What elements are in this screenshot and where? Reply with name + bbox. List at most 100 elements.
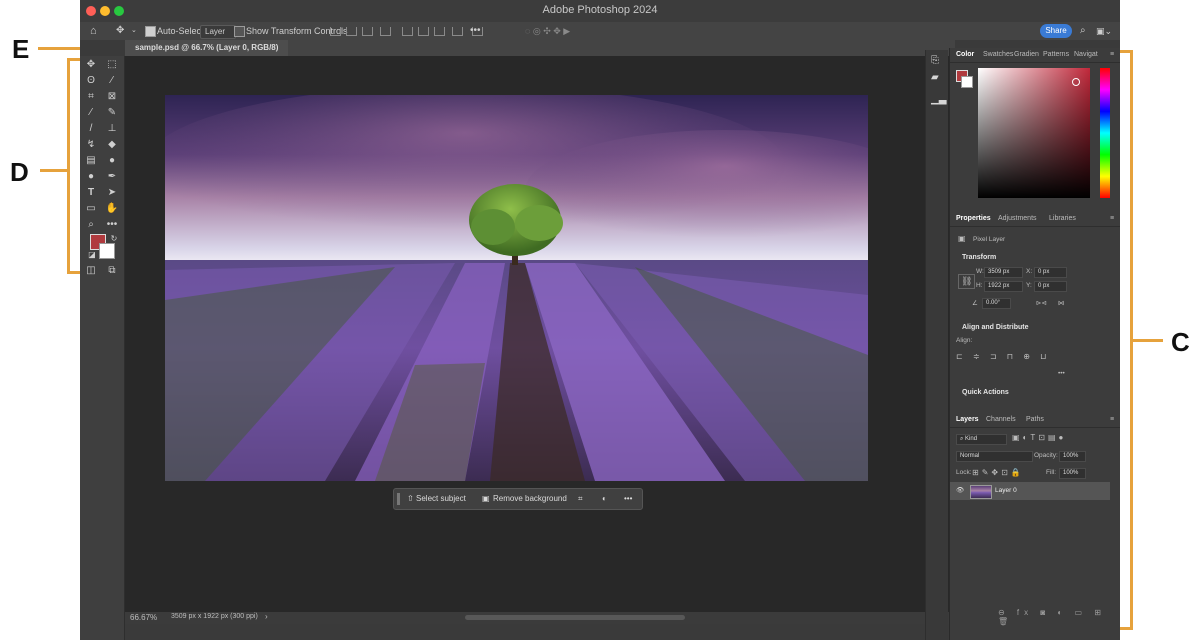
chevron-right-icon[interactable]: › bbox=[265, 612, 268, 621]
align-middle-icon[interactable] bbox=[418, 27, 429, 36]
transform-heading[interactable]: Transform bbox=[962, 254, 996, 261]
more-align-icon[interactable]: ••• bbox=[1058, 370, 1065, 377]
home-icon[interactable]: ⌂ bbox=[90, 24, 97, 38]
auto-select-dropdown[interactable]: Layer bbox=[200, 25, 236, 39]
height-field[interactable]: 1922 px bbox=[984, 281, 1023, 292]
more-options-icon[interactable]: ••• bbox=[470, 24, 481, 38]
chevron-down-icon[interactable]: ⌄ bbox=[131, 24, 137, 38]
tab-libraries[interactable]: Libraries bbox=[1049, 212, 1076, 226]
crop-tool-icon[interactable]: ⌗ bbox=[83, 90, 99, 104]
zoom-level[interactable]: 66.67% bbox=[130, 613, 157, 622]
color-panel-background-swatch[interactable] bbox=[961, 76, 973, 88]
hue-slider[interactable] bbox=[1100, 68, 1110, 198]
align-top-icon[interactable] bbox=[402, 27, 413, 36]
rectangle-tool-icon[interactable]: ▭ bbox=[83, 202, 99, 216]
visibility-eye-icon[interactable]: 👁 bbox=[956, 486, 964, 494]
default-colors-icon[interactable]: ◪ bbox=[84, 248, 100, 262]
select-subject-icon[interactable]: ⇧ bbox=[407, 489, 414, 509]
blur-tool-icon[interactable]: ● bbox=[104, 154, 120, 168]
layer-filter-dropdown[interactable]: ⌕ Kind bbox=[956, 434, 1007, 445]
pen-tool-icon[interactable]: ✒ bbox=[104, 170, 120, 184]
history-icon[interactable]: ⎘ bbox=[931, 55, 939, 66]
comments-icon[interactable]: ▰ bbox=[931, 72, 939, 83]
dodge-tool-icon[interactable]: ● bbox=[83, 170, 99, 184]
width-field[interactable]: 3509 px bbox=[984, 267, 1023, 278]
panel-menu-icon[interactable]: ≡ bbox=[1110, 48, 1114, 62]
lasso-tool-icon[interactable]: ʘ bbox=[83, 74, 99, 88]
angle-field[interactable]: 0.00° bbox=[982, 298, 1011, 309]
tab-adjustments[interactable]: Adjustments bbox=[998, 212, 1037, 226]
tab-paths[interactable]: Paths bbox=[1026, 413, 1044, 427]
y-field[interactable]: 0 px bbox=[1034, 281, 1067, 292]
remove-background-icon[interactable]: ▣ bbox=[482, 489, 490, 509]
panel-align-icons[interactable]: ⊏ ≑ ⊐ ⊓ ⊕ ⊔ bbox=[956, 352, 1050, 361]
tab-patterns[interactable]: Patterns bbox=[1043, 48, 1069, 62]
tab-channels[interactable]: Channels bbox=[986, 413, 1016, 427]
lock-icons[interactable]: ⊞✎✥⊡🔒 bbox=[972, 468, 1024, 477]
align-distribute-heading[interactable]: Align and Distribute bbox=[962, 324, 1029, 331]
quick-mask-icon[interactable]: ◫ bbox=[83, 264, 99, 278]
marquee-tool-icon[interactable]: ⬚ bbox=[104, 58, 120, 72]
quick-actions-heading[interactable]: Quick Actions bbox=[962, 389, 1009, 396]
taskbar-grip-icon[interactable] bbox=[397, 493, 400, 505]
layers-footer-icons[interactable]: ⊖ fx ◙ ◐ ▭ ⊞ 🗑 bbox=[998, 608, 1120, 626]
brush-tool-icon[interactable]: / bbox=[83, 122, 99, 136]
remove-background-button[interactable]: Remove background bbox=[493, 489, 567, 509]
color-picker-field[interactable] bbox=[978, 68, 1090, 198]
flip-vertical-icon[interactable]: ⋈ bbox=[1058, 299, 1065, 307]
distribute-icon[interactable] bbox=[380, 27, 391, 36]
histogram-icon[interactable]: ▁▃ bbox=[931, 94, 946, 105]
x-field[interactable]: 0 px bbox=[1034, 267, 1067, 278]
tab-layers[interactable]: Layers bbox=[956, 413, 979, 427]
blend-mode-dropdown[interactable]: Normal bbox=[956, 451, 1033, 462]
share-button[interactable]: Share bbox=[1040, 24, 1072, 38]
align-right-icon[interactable] bbox=[362, 27, 373, 36]
align-bottom-icon[interactable] bbox=[434, 27, 445, 36]
layer-row[interactable]: 👁 Layer 0 bbox=[950, 482, 1110, 500]
fill-field[interactable]: 100% bbox=[1059, 468, 1086, 479]
3d-mode-icon[interactable]: ◌ ◎ ✣ ✥ ▶ bbox=[525, 24, 570, 38]
type-tool-icon[interactable]: T bbox=[83, 186, 99, 200]
distribute-vertical-icon[interactable] bbox=[452, 27, 463, 36]
swap-colors-icon[interactable]: ↻ bbox=[106, 232, 122, 246]
search-icon[interactable]: ⌕ bbox=[1080, 24, 1086, 38]
workspace-icon[interactable]: ▣⌄ bbox=[1096, 24, 1112, 38]
transform-icon[interactable]: ⌗ bbox=[578, 489, 583, 509]
select-subject-button[interactable]: Select subject bbox=[416, 489, 466, 509]
more-actions-icon[interactable]: ••• bbox=[624, 489, 632, 509]
tab-gradients[interactable]: Gradien bbox=[1014, 48, 1039, 62]
document-tab[interactable]: sample.psd @ 66.7% (Layer 0, RGB/8) bbox=[125, 40, 289, 56]
panel-menu-icon[interactable]: ≡ bbox=[1110, 413, 1114, 427]
adjustment-icon[interactable]: ◐ bbox=[602, 489, 607, 509]
color-picker-cursor[interactable] bbox=[1072, 78, 1080, 86]
canvas-area[interactable]: ⇧ Select subject ▣ Remove background ⌗ ◐… bbox=[125, 56, 965, 612]
path-selection-tool-icon[interactable]: ➤ bbox=[104, 186, 120, 200]
link-icon[interactable]: ⛓ bbox=[958, 274, 976, 289]
healing-brush-tool-icon[interactable]: ✎ bbox=[104, 106, 120, 120]
hand-tool-icon[interactable]: ✋ bbox=[104, 202, 120, 216]
tab-color[interactable]: Color bbox=[956, 48, 974, 62]
layer-name[interactable]: Layer 0 bbox=[995, 487, 1017, 494]
move-tool-preset-icon[interactable]: ✥ bbox=[116, 24, 124, 38]
magic-wand-tool-icon[interactable]: ⁄ bbox=[104, 74, 120, 88]
auto-select-checkbox[interactable] bbox=[145, 26, 156, 37]
tab-navigator[interactable]: Navigat bbox=[1074, 48, 1098, 62]
layer-filter-icons[interactable]: ▣◐T⊡▤● bbox=[1012, 433, 1066, 442]
flip-horizontal-icon[interactable]: ⊳⊲ bbox=[1036, 299, 1047, 307]
horizontal-scrollbar[interactable] bbox=[465, 615, 685, 620]
frame-tool-icon[interactable]: ⊠ bbox=[104, 90, 120, 104]
transform-controls-checkbox[interactable] bbox=[234, 26, 245, 37]
eraser-tool-icon[interactable]: ◆ bbox=[104, 138, 120, 152]
edit-toolbar-icon[interactable]: ••• bbox=[104, 218, 120, 232]
tab-properties[interactable]: Properties bbox=[956, 212, 991, 226]
zoom-tool-icon[interactable]: ⌕ bbox=[83, 218, 99, 232]
move-tool-icon[interactable]: ✥ bbox=[83, 58, 99, 72]
align-left-icon[interactable] bbox=[330, 27, 341, 36]
screen-mode-icon[interactable]: ⧉ bbox=[104, 264, 120, 278]
panel-menu-icon[interactable]: ≡ bbox=[1110, 212, 1114, 226]
history-brush-tool-icon[interactable]: ↯ bbox=[83, 138, 99, 152]
opacity-field[interactable]: 100% bbox=[1059, 451, 1086, 462]
gradient-tool-icon[interactable]: ▤ bbox=[83, 154, 99, 168]
lavender-field-photo[interactable] bbox=[165, 95, 868, 481]
eyedropper-tool-icon[interactable]: ⁄ bbox=[83, 106, 99, 120]
